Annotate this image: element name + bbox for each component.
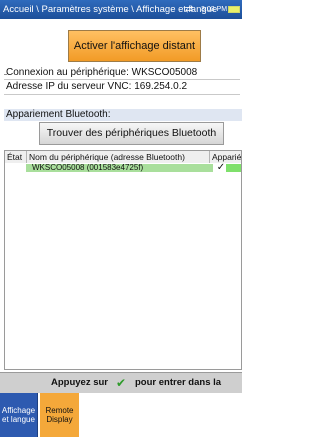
hint-bar: Appuyez sur ✔ pour entrer dans la liste [0, 372, 242, 408]
bluetooth-device-table: État Nom du périphérique (adresse Blueto… [4, 150, 242, 370]
bottom-tabs: Affichage et langue Remote Display [0, 393, 242, 437]
find-bluetooth-devices-button[interactable]: Trouver des périphériques Bluetooth [39, 122, 224, 145]
divider [4, 79, 240, 80]
device-name-cell: WKSCO05008 (001583e4725f) [26, 164, 213, 172]
tab-remote-display[interactable]: Remote Display [40, 393, 79, 437]
column-header-paired[interactable]: Apparié [210, 151, 241, 163]
tab-label: Remote Display [45, 406, 74, 424]
sync-icon: ⇄ [185, 4, 194, 15]
divider [4, 94, 240, 95]
enable-remote-display-button[interactable]: Activer l'affichage distant [68, 30, 201, 62]
bluetooth-section-title: Appariement Bluetooth: [4, 109, 242, 121]
vnc-ip-text: Adresse IP du serveur VNC: 169.254.0.2 [6, 81, 188, 92]
battery-icon [228, 6, 240, 13]
table-row[interactable]: WKSCO05008 (001583e4725f) ✓ [26, 163, 241, 173]
column-header-state[interactable]: État [5, 151, 27, 163]
main-content: Activer l'affichage distant Connexion au… [4, 19, 242, 371]
checkmark-icon: ✔ [116, 376, 127, 390]
clock-time: 3:03 PM [201, 6, 228, 13]
tab-display-language[interactable]: Affichage et langue [0, 393, 38, 437]
table-header: État Nom du périphérique (adresse Blueto… [5, 151, 241, 163]
device-connection-text: Connexion au périphérique: WKSCO05008 [6, 67, 198, 78]
column-header-device-name[interactable]: Nom du périphérique (adresse Bluetooth) [27, 151, 210, 163]
tab-label: Affichage et langue [1, 406, 36, 424]
paired-status-cell [226, 164, 241, 172]
status-header: Accueil \ Paramètres système \ Affichage… [0, 0, 242, 19]
hint-text-left: Appuyez sur [51, 377, 109, 388]
